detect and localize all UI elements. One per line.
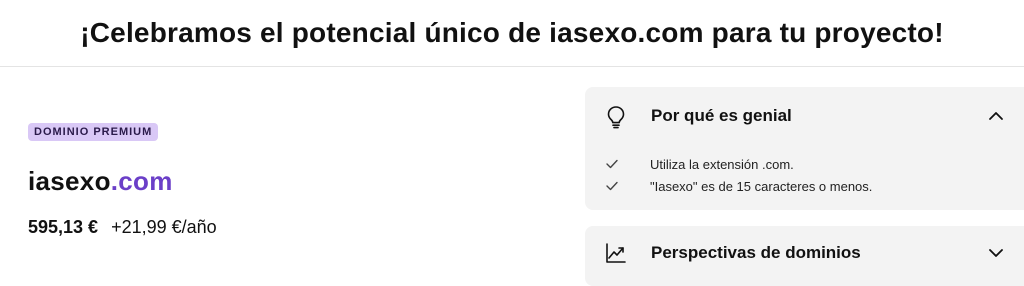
- domain-price: 595,13 €: [28, 217, 99, 237]
- domain-insights-header[interactable]: Perspectivas de dominios: [585, 226, 1024, 278]
- premium-badge: DOMINIO PREMIUM: [28, 123, 159, 141]
- why-great-list: Utiliza la extensión .com. "Iasexo" es d…: [605, 153, 872, 197]
- promo-banner: ¡Celebramos el potencial único de iasexo…: [0, 0, 1024, 67]
- why-great-item: Utiliza la extensión .com.: [650, 156, 794, 172]
- domain-tld: .com: [110, 166, 173, 196]
- why-great-header[interactable]: Por qué es genial: [585, 87, 1024, 145]
- chevron-up-icon[interactable]: [988, 109, 1004, 123]
- banner-title: ¡Celebramos el potencial único de iasexo…: [80, 17, 944, 48]
- why-great-card: Por qué es genial Utiliza la extensión .…: [585, 87, 1024, 210]
- lightbulb-icon: [607, 106, 625, 129]
- why-great-title: Por qué es genial: [651, 106, 792, 125]
- domain-sld: iasexo: [28, 166, 111, 196]
- premium-badge-wrap: DOMINIO PREMIUM: [28, 122, 159, 141]
- trending-chart-icon: [606, 243, 626, 263]
- domain-name: iasexo.com: [28, 166, 173, 197]
- domain-insights-title: Perspectivas de dominios: [651, 243, 861, 262]
- renewal-price: +21,99 €/año: [111, 217, 217, 237]
- list-item: Utiliza la extensión .com.: [605, 153, 872, 175]
- why-great-item: "Iasexo" es de 15 caracteres o menos.: [650, 178, 873, 194]
- list-item: "Iasexo" es de 15 caracteres o menos.: [605, 175, 872, 197]
- domain-insights-card: Perspectivas de dominios: [585, 226, 1024, 286]
- chevron-down-icon[interactable]: [988, 246, 1004, 260]
- check-icon: [606, 159, 618, 169]
- price-row: 595,13 € +21,99 €/año: [28, 217, 217, 238]
- check-icon: [606, 181, 618, 191]
